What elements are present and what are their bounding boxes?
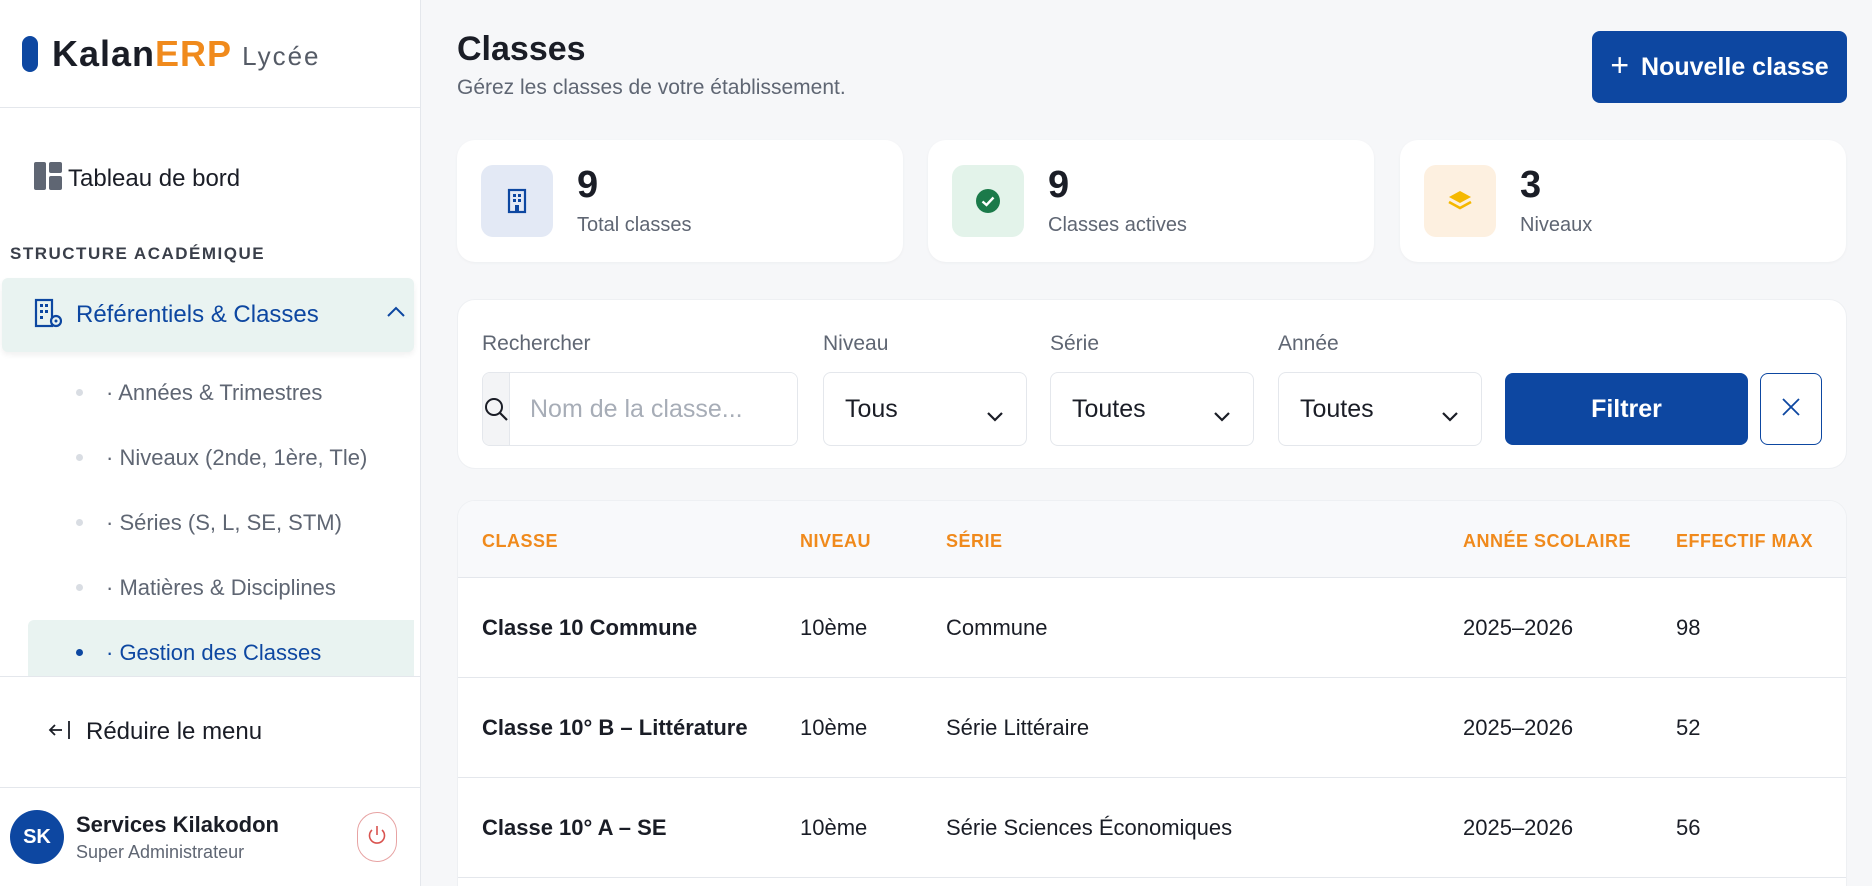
serie-value: Toutes — [1072, 394, 1146, 423]
serie-label: Série — [1050, 332, 1100, 355]
table-row[interactable]: Classe 10 Commune 10ème Commune 2025–202… — [458, 578, 1846, 678]
cell-serie: Commune — [946, 615, 1048, 640]
sidebar-section-title: STRUCTURE ACADÉMIQUE — [10, 244, 266, 263]
sidebar-item-label: · Niveaux (2nde, 1ère, Tle) — [106, 444, 368, 470]
cell-niveau: 10ème — [800, 615, 868, 640]
sidebar-item-matieres[interactable]: · Matières & Disciplines — [0, 555, 414, 620]
bullet-icon — [76, 454, 83, 461]
stat-value: 9 — [577, 164, 599, 206]
sidebar-group-label: Référentiels & Classes — [76, 301, 319, 328]
stat-label: Total classes — [577, 214, 692, 236]
column-header-annee[interactable]: ANNÉE SCOLAIRE — [1463, 531, 1631, 552]
column-header-serie[interactable]: SÉRIE — [946, 531, 1003, 552]
stat-card-total: 9 Total classes — [457, 140, 903, 262]
stat-label: Classes actives — [1048, 214, 1187, 236]
building-icon — [481, 165, 553, 237]
cell-niveau: 10ème — [800, 815, 868, 840]
brand-mark-icon — [22, 35, 38, 72]
dashboard-icon — [34, 162, 62, 195]
sidebar-item-label: · Gestion des Classes — [106, 639, 322, 665]
avatar[interactable]: SK — [10, 810, 64, 864]
sidebar-group-referentiels[interactable]: Référentiels & Classes — [2, 278, 414, 352]
brand-logo[interactable]: KalanERP Lycée — [0, 0, 420, 108]
user-profile: SK Services Kilakodon Super Administrate… — [0, 788, 420, 886]
bullet-icon — [76, 649, 83, 656]
collapse-menu-label: Réduire le menu — [86, 718, 263, 745]
sidebar-item-label: · Séries (S, L, SE, STM) — [106, 509, 342, 535]
plus-icon: + — [1610, 46, 1630, 83]
search-label: Rechercher — [482, 332, 591, 355]
cell-annee: 2025–2026 — [1463, 715, 1574, 740]
cell-effectif: 56 — [1676, 815, 1701, 840]
column-header-classe[interactable]: CLASSE — [482, 531, 558, 552]
sidebar-item-label: Tableau de bord — [68, 164, 241, 192]
stat-label: Niveaux — [1520, 214, 1593, 236]
sidebar-item-annees[interactable]: · Années & Trimestres — [0, 360, 414, 425]
sidebar-item-label: · Années & Trimestres — [106, 379, 323, 405]
table-row[interactable]: Classe 10° B – Littérature 10ème Série L… — [458, 678, 1846, 778]
stat-card-niveaux: 3 Niveaux — [1400, 140, 1846, 262]
logout-button[interactable] — [357, 812, 397, 862]
stat-card-active: 9 Classes actives — [928, 140, 1374, 262]
collapse-arrow-icon — [48, 718, 72, 747]
brand-subtitle: Lycée — [242, 41, 321, 71]
stat-value: 9 — [1048, 164, 1070, 206]
page-title: Classes — [457, 30, 586, 68]
page-subtitle: Gérez les classes de votre établissement… — [457, 76, 846, 99]
check-circle-icon — [952, 165, 1024, 237]
chevron-down-icon — [1213, 401, 1231, 430]
bullet-icon — [76, 389, 83, 396]
table-header: CLASSE NIVEAU SÉRIE ANNÉE SCOLAIRE EFFEC… — [458, 501, 1846, 578]
filter-button[interactable]: Filtrer — [1505, 373, 1748, 445]
sidebar-sub-list: · Années & Trimestres · Niveaux (2nde, 1… — [0, 360, 414, 685]
sidebar-item-dashboard[interactable]: Tableau de bord — [34, 162, 240, 195]
column-header-effectif[interactable]: EFFECTIF MAX — [1676, 531, 1813, 552]
filter-panel: Rechercher Niveau Tous Série Toutes Anné… — [457, 299, 1847, 469]
new-class-button[interactable]: + Nouvelle classe — [1592, 31, 1847, 103]
building-gear-icon — [34, 298, 63, 333]
cell-annee: 2025–2026 — [1463, 615, 1574, 640]
brand-name: KalanERP — [52, 32, 233, 74]
annee-label: Année — [1278, 332, 1339, 355]
search-input[interactable] — [510, 373, 797, 445]
chevron-up-icon[interactable] — [386, 304, 406, 323]
classes-table: CLASSE NIVEAU SÉRIE ANNÉE SCOLAIRE EFFEC… — [457, 500, 1847, 886]
annee-select[interactable]: Toutes — [1278, 372, 1482, 446]
bullet-icon — [76, 519, 83, 526]
cell-annee: 2025–2026 — [1463, 815, 1574, 840]
cell-niveau: 10ème — [800, 715, 868, 740]
cell-effectif: 98 — [1676, 615, 1701, 640]
sidebar-item-label: · Matières & Disciplines — [106, 574, 336, 600]
annee-value: Toutes — [1300, 394, 1374, 423]
niveau-label: Niveau — [823, 332, 889, 355]
niveau-select[interactable]: Tous — [823, 372, 1027, 446]
search-icon — [483, 373, 510, 445]
sidebar: KalanERP Lycée Tableau de bord STRUCTURE… — [0, 0, 421, 886]
cell-classe: Classe 10° B – Littérature — [482, 715, 748, 740]
new-class-label: Nouvelle classe — [1641, 52, 1829, 81]
search-field — [482, 372, 798, 446]
sidebar-item-series[interactable]: · Séries (S, L, SE, STM) — [0, 490, 414, 555]
stat-value: 3 — [1520, 164, 1542, 206]
collapse-menu-button[interactable]: Réduire le menu — [0, 676, 420, 788]
table-row[interactable]: Classe 10° A – SE 10ème Série Sciences É… — [458, 778, 1846, 878]
cell-serie: Série Sciences Économiques — [946, 815, 1233, 840]
close-icon — [1781, 397, 1801, 422]
sidebar-item-niveaux[interactable]: · Niveaux (2nde, 1ère, Tle) — [0, 425, 414, 490]
cell-serie: Série Littéraire — [946, 715, 1090, 740]
chevron-down-icon — [986, 401, 1004, 430]
clear-filters-button[interactable] — [1760, 373, 1822, 445]
column-header-niveau[interactable]: NIVEAU — [800, 531, 871, 552]
cell-classe: Classe 10° A – SE — [482, 815, 667, 840]
cell-effectif: 52 — [1676, 715, 1701, 740]
layers-icon — [1424, 165, 1496, 237]
cell-classe: Classe 10 Commune — [482, 615, 698, 640]
chevron-down-icon — [1441, 401, 1459, 430]
bullet-icon — [76, 584, 83, 591]
niveau-value: Tous — [845, 394, 898, 423]
user-name: Services Kilakodon — [76, 811, 279, 837]
user-role: Super Administrateur — [76, 841, 245, 862]
power-icon — [366, 824, 388, 851]
serie-select[interactable]: Toutes — [1050, 372, 1254, 446]
